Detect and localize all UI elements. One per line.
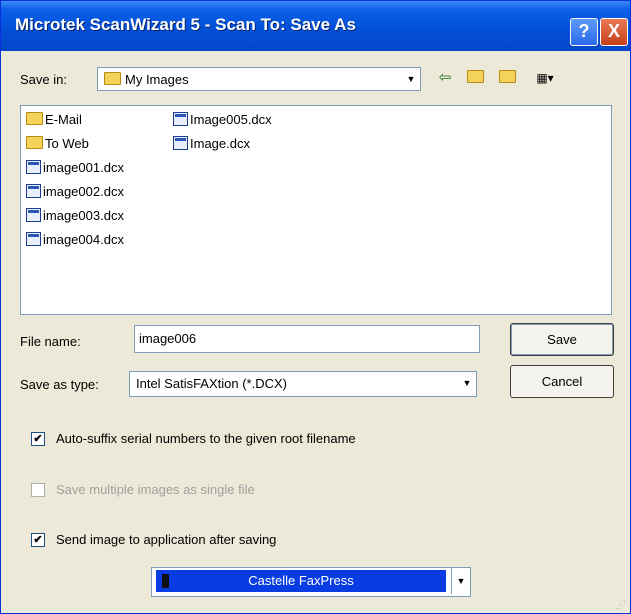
send-to-app-label: Send image to application after saving <box>56 532 277 547</box>
list-item[interactable]: To Web <box>26 136 89 151</box>
file-icon <box>26 232 41 246</box>
application-value: Castelle FaxPress <box>248 573 354 588</box>
file-icon <box>26 160 41 174</box>
file-list[interactable]: E-Mail To Web image001.dcx image002.dcx … <box>20 105 612 315</box>
save-type-label: Save as type: <box>20 377 99 392</box>
back-arrow-icon[interactable]: ⇦ <box>434 68 456 88</box>
file-icon <box>26 208 41 222</box>
chevron-down-icon[interactable]: ▼ <box>458 372 476 396</box>
list-item[interactable]: E-Mail <box>26 112 82 127</box>
list-item[interactable]: image004.dcx <box>26 232 124 247</box>
up-folder-icon[interactable] <box>464 68 486 88</box>
list-item[interactable]: image001.dcx <box>26 160 124 175</box>
multiple-images-label: Save multiple images as single file <box>56 482 255 497</box>
save-button[interactable]: Save <box>510 323 614 356</box>
save-type-value: Intel SatisFAXtion (*.DCX) <box>136 376 287 391</box>
folder-icon <box>104 72 121 85</box>
save-in-label: Save in: <box>20 72 67 87</box>
auto-suffix-label: Auto-suffix serial numbers to the given … <box>56 431 356 446</box>
file-icon <box>173 136 188 150</box>
title-bar[interactable]: Microtek ScanWizard 5 - Scan To: Save As… <box>1 1 630 51</box>
chevron-down-icon[interactable]: ▼ <box>402 68 420 90</box>
new-folder-icon[interactable] <box>496 68 518 88</box>
save-as-dialog: Microtek ScanWizard 5 - Scan To: Save As… <box>0 0 631 614</box>
application-dropdown[interactable]: Castelle FaxPress ▼ <box>151 567 471 597</box>
file-name-input[interactable]: image006 <box>134 325 480 353</box>
save-in-value: My Images <box>125 72 189 87</box>
multiple-images-checkbox[interactable] <box>31 483 45 497</box>
save-type-dropdown[interactable]: Intel SatisFAXtion (*.DCX) ▼ <box>129 371 477 397</box>
folder-icon <box>26 112 43 125</box>
file-icon <box>173 112 188 126</box>
window-title: Microtek ScanWizard 5 - Scan To: Save As <box>15 15 356 34</box>
file-name-label: File name: <box>20 334 81 349</box>
folder-icon <box>26 136 43 149</box>
help-button[interactable]: ? <box>570 18 598 46</box>
list-item[interactable]: image003.dcx <box>26 208 124 223</box>
save-in-dropdown[interactable]: My Images ▼ <box>97 67 421 91</box>
auto-suffix-checkbox[interactable]: ✔ <box>31 432 45 446</box>
close-button[interactable]: X <box>600 18 628 46</box>
list-item[interactable]: Image.dcx <box>173 136 250 151</box>
cancel-button[interactable]: Cancel <box>510 365 614 398</box>
chevron-down-icon[interactable]: ▼ <box>451 568 470 594</box>
fax-app-icon <box>162 574 169 588</box>
application-selected: Castelle FaxPress <box>156 570 446 592</box>
list-item[interactable]: Image005.dcx <box>173 112 272 127</box>
list-item[interactable]: image002.dcx <box>26 184 124 199</box>
send-to-app-checkbox[interactable]: ✔ <box>31 533 45 547</box>
view-menu-icon[interactable]: ▦▾ <box>528 68 562 88</box>
resize-grip-icon[interactable]: ⋰ <box>616 600 626 611</box>
file-icon <box>26 184 41 198</box>
